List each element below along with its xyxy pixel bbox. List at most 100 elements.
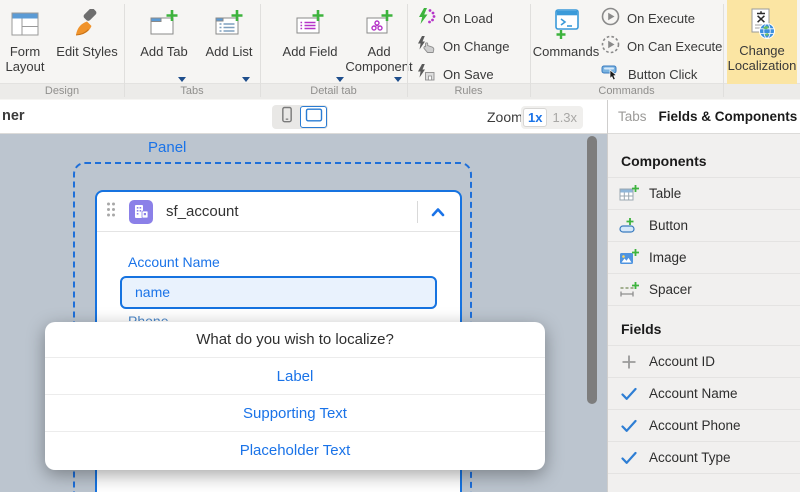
add-component-label: Add Component [345,44,412,74]
on-change-button[interactable]: On Change [416,34,510,58]
sidebar-field-account-id[interactable]: Account ID [608,346,800,378]
group-divider [407,4,408,97]
sidebar-field-account-type[interactable]: Account Type [608,442,800,474]
form-layout-button[interactable]: Form Layout [0,3,50,83]
phone-view-button[interactable] [273,106,300,128]
form-designer-app: Form Layout Edit Styles Design Add Tab A… [0,0,800,492]
on-execute-button[interactable]: On Execute [601,6,695,30]
on-can-execute-label: On Can Execute [627,39,722,54]
phone-icon [277,105,297,130]
sidebar-item-label: Table [649,186,681,201]
localize-dialog-title: What do you wish to localize? [45,322,545,358]
add-component-button[interactable]: Add Component [346,3,412,83]
table-add-icon [619,184,639,204]
sidebar-tab-bar: Tabs Fields & Components [608,100,800,134]
button-click-icon [601,63,621,85]
on-change-label: On Change [443,39,510,54]
add-tab-label: Add Tab [140,44,187,59]
sidebar-field-account-phone[interactable]: Account Phone [608,410,800,442]
sidebar-field-label: Account Type [649,450,731,465]
device-toggle [272,105,328,129]
add-list-dropdown-arrow[interactable] [242,77,250,82]
add-list-button[interactable]: Add List [200,3,258,83]
add-field-icon [294,6,326,42]
account-name-field-label[interactable]: Account Name [128,254,460,270]
image-add-icon [619,248,639,268]
designer-header-bar: ner Zoom 1x 1.3x [0,100,607,134]
entity-icon [129,200,153,224]
localize-option-supporting-text[interactable]: Supporting Text [45,395,545,432]
zoom-1-3x-button[interactable]: 1.3x [548,108,581,127]
canvas-scrollbar-thumb[interactable] [587,136,597,404]
add-component-dropdown-arrow[interactable] [394,77,402,82]
tablet-view-button[interactable] [300,106,327,128]
sidebar-item-spacer[interactable]: Spacer [608,274,800,306]
on-can-execute-icon [601,35,620,57]
sidebar-field-label: Account ID [649,354,715,369]
group-divider [124,4,125,97]
group-divider [723,4,724,97]
on-change-icon [416,35,436,57]
zoom-toggle: 1x 1.3x [521,106,583,129]
next-field-label-clipped: Phone [128,313,460,321]
add-tab-dropdown-arrow[interactable] [178,77,186,82]
component-name: sf_account [166,203,239,220]
zoom-1x-button[interactable]: 1x [523,108,547,127]
on-save-button[interactable]: On Save [416,62,494,86]
add-tab-button[interactable]: Add Tab [132,3,196,83]
rules-group-label: Rules [407,85,530,98]
on-load-icon [416,7,436,29]
button-add-icon [619,216,639,236]
group-divider [260,4,261,97]
form-layout-label: Form Layout [0,44,50,74]
sidebar-item-button[interactable]: Button [608,210,800,242]
account-name-input[interactable]: name [120,276,437,309]
drag-handle-icon[interactable] [105,201,117,223]
add-field-button[interactable]: Add Field [266,3,354,83]
on-load-label: On Load [443,11,493,26]
on-can-execute-button[interactable]: On Can Execute [601,34,722,58]
fields-section-header: Fields [608,306,800,346]
localize-option-placeholder-text[interactable]: Placeholder Text [45,432,545,469]
edit-styles-icon [72,6,102,42]
sidebar-item-image[interactable]: Image [608,242,800,274]
change-localization-icon [747,5,777,43]
on-load-button[interactable]: On Load [416,6,493,30]
sidebar-item-label: Spacer [649,282,692,297]
tab-fields-and-components[interactable]: Fields & Components [659,109,798,124]
sidebar-item-label: Image [649,250,687,265]
plus-icon [619,352,639,372]
collapse-chevron-button[interactable] [424,200,452,224]
add-tab-icon [148,6,180,42]
sidebar-item-table[interactable]: Table [608,178,800,210]
panel-label: Panel [148,139,186,156]
on-save-icon [416,63,436,85]
localize-option-label[interactable]: Label [45,358,545,395]
zoom-label: Zoom [487,109,523,125]
spacer-add-icon [619,280,639,300]
plus-icon [619,485,639,488]
sidebar-field-partial-row[interactable] [608,474,800,488]
header-divider [417,201,418,223]
tab-tabs[interactable]: Tabs [618,109,647,124]
commands-button[interactable]: Commands [534,3,598,83]
edit-styles-label: Edit Styles [56,44,117,59]
add-field-dropdown-arrow[interactable] [336,77,344,82]
component-card-header: sf_account [97,192,460,232]
change-localization-button[interactable]: Change Localization [727,0,797,84]
components-section-header: Components [608,134,800,178]
commands-icon [550,6,582,42]
ribbon-toolbar: Form Layout Edit Styles Design Add Tab A… [0,0,800,99]
edit-styles-button[interactable]: Edit Styles [52,3,122,83]
sidebar-field-account-name[interactable]: Account Name [608,378,800,410]
tablet-icon [304,106,324,129]
right-sidebar: Tabs Fields & Components Components Tabl… [607,100,800,492]
group-divider [530,4,531,97]
check-icon [619,416,639,436]
add-field-label: Add Field [283,44,338,59]
button-click-button[interactable]: Button Click [601,62,697,86]
check-icon [619,384,639,404]
check-icon [619,448,639,468]
sidebar-field-label: Account Name [649,386,738,401]
sidebar-field-label: Account Phone [649,418,741,433]
